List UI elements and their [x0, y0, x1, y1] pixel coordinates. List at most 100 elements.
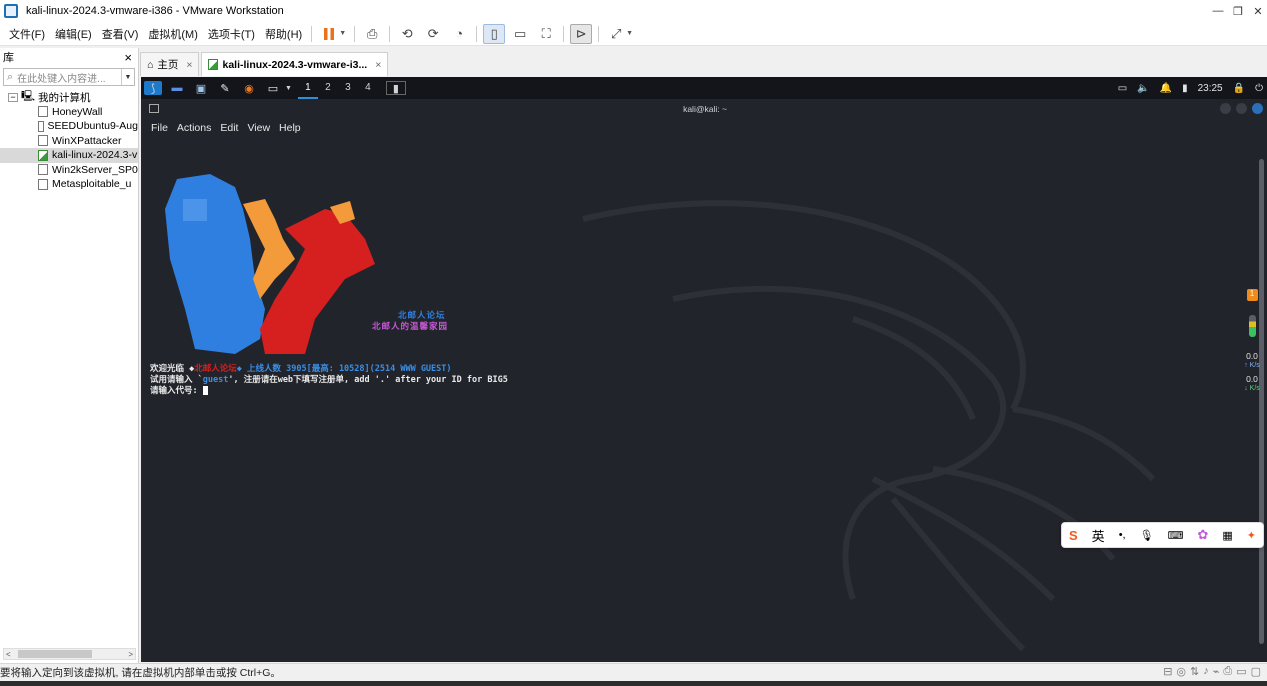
- terminal-minimize-button[interactable]: [1220, 103, 1231, 114]
- menu-file[interactable]: 文件(F): [4, 26, 50, 42]
- close-tab-icon[interactable]: ×: [375, 59, 381, 71]
- microphone-icon[interactable]: 🎙: [1140, 529, 1154, 542]
- show-library-icon[interactable]: ▯: [483, 23, 506, 44]
- close-tab-icon[interactable]: ×: [186, 59, 192, 71]
- revert-snapshot-icon[interactable]: ⟳: [422, 24, 444, 44]
- terminal-menu-bar: File Actions Edit View Help: [143, 119, 1267, 137]
- window-title: kali-linux-2024.3-vmware-i386 - VMware W…: [26, 5, 284, 17]
- pause-icon[interactable]: [318, 24, 340, 44]
- display-icon[interactable]: ▭: [1118, 83, 1127, 94]
- tree-item-vm-selected[interactable]: kali-linux-2024.3-v: [0, 148, 138, 163]
- volume-icon[interactable]: 🔈: [1137, 83, 1149, 94]
- terminal-maximize-button[interactable]: [1236, 103, 1247, 114]
- tree-item-vm[interactable]: Win2kServer_SP0: [0, 163, 138, 178]
- tab-kali-label: kali-linux-2024.3-vmware-i3...: [222, 58, 368, 71]
- toolbox-grid-icon[interactable]: ▦: [1222, 529, 1232, 542]
- usb-icon[interactable]: ⌁: [1213, 665, 1220, 678]
- keyboard-icon[interactable]: ⌨: [1168, 529, 1184, 542]
- library-horizontal-scrollbar[interactable]: < >: [3, 648, 136, 660]
- console-view-icon[interactable]: ⊳: [570, 23, 593, 44]
- menu-edit[interactable]: 编辑(E): [50, 26, 97, 42]
- library-panel: 库 × ⌕ 在此处键入内容进... ▼ − 🖳 我的计算机 HoneyWall …: [0, 48, 139, 663]
- library-search-input[interactable]: ⌕ 在此处键入内容进... ▼: [3, 68, 135, 86]
- menu-tabs[interactable]: 选项卡(T): [203, 26, 260, 42]
- network-upload-meter: 0.0 ↑ K/s: [1241, 351, 1263, 370]
- terminal-launcher-icon[interactable]: ▭: [264, 81, 282, 95]
- show-desktop-icon[interactable]: ▬: [168, 81, 186, 95]
- stretch-guest-icon[interactable]: ⤢: [605, 24, 627, 44]
- forum-slogan-label: 北邮人的温馨家园: [372, 320, 448, 332]
- hard-disk-icon[interactable]: ⊟: [1163, 665, 1172, 678]
- ime-settings-icon[interactable]: ✦: [1247, 529, 1256, 542]
- tree-item-my-computer[interactable]: − 🖳 我的计算机: [0, 90, 138, 105]
- status-text: 要将输入定向到该虚拟机, 请在虚拟机内部单击或按 Ctrl+G。: [0, 667, 281, 679]
- snapshot-manager-icon[interactable]: ◔: [448, 24, 470, 44]
- kali-menu-icon[interactable]: ⟆: [144, 81, 162, 95]
- punctuation-icon[interactable]: •,: [1119, 529, 1126, 541]
- skin-icon[interactable]: ✿: [1197, 527, 1208, 543]
- menu-vm[interactable]: 虚拟机(M): [143, 26, 203, 42]
- send-ctrl-alt-del-icon[interactable]: ⎙: [361, 24, 383, 44]
- sound-card-icon[interactable]: ♪: [1203, 665, 1209, 678]
- scrollbar-thumb[interactable]: [18, 650, 92, 658]
- tree-item-vm[interactable]: SEEDUbuntu9-Aug: [0, 119, 138, 134]
- workspace-4[interactable]: 4: [358, 77, 378, 99]
- chevron-down-icon[interactable]: ▼: [285, 85, 292, 92]
- terminal-close-button[interactable]: [1252, 103, 1263, 114]
- ime-language-toggle[interactable]: 英: [1092, 526, 1105, 545]
- full-screen-icon[interactable]: ⛶: [535, 24, 557, 44]
- firefox-icon[interactable]: ◉: [240, 81, 258, 95]
- menu-view[interactable]: 查看(V): [97, 26, 144, 42]
- notification-bell-icon[interactable]: 🔔: [1160, 83, 1172, 94]
- tab-home[interactable]: ⌂ 主页 ×: [140, 52, 200, 76]
- logout-icon[interactable]: ⏻: [1255, 83, 1263, 94]
- sogou-logo-icon[interactable]: S: [1069, 528, 1078, 543]
- vm-tree: − 🖳 我的计算机 HoneyWall SEEDUbuntu9-Aug WinX…: [0, 90, 138, 192]
- tree-item-vm[interactable]: WinXPattacker: [0, 134, 138, 149]
- clock-label[interactable]: 23:25: [1198, 83, 1223, 94]
- chevron-down-icon[interactable]: ▼: [121, 69, 134, 85]
- workspace-3[interactable]: 3: [338, 77, 358, 99]
- terminal-menu-file[interactable]: File: [151, 122, 168, 134]
- terminal-menu-help[interactable]: Help: [279, 122, 301, 134]
- vm-icon: [38, 135, 48, 147]
- taskbar-terminal-icon[interactable]: ▮: [385, 81, 406, 95]
- tree-item-vm[interactable]: HoneyWall: [0, 105, 138, 120]
- vm-display[interactable]: ⟆ ▬ ▣ ✎ ◉ ▭ ▼ 1 2 3 4 ▮ ▭ 🔈 🔔 ▮ 23:25 🔒 …: [141, 77, 1267, 662]
- file-manager-icon[interactable]: ▣: [192, 81, 210, 95]
- snapshot-icon[interactable]: ⟲: [396, 24, 418, 44]
- tab-kali[interactable]: kali-linux-2024.3-vmware-i3... ×: [201, 52, 389, 76]
- search-icon: ⌕: [7, 70, 14, 83]
- net-up-value: 0.0: [1246, 351, 1258, 361]
- terminal-menu-edit[interactable]: Edit: [220, 122, 238, 134]
- display-status-icon[interactable]: ▭: [1236, 665, 1246, 678]
- scroll-left-icon[interactable]: <: [6, 650, 11, 659]
- lock-icon[interactable]: 🔒: [1233, 83, 1245, 94]
- close-window-button[interactable]: ✕: [1246, 0, 1267, 22]
- printer-icon[interactable]: ⎙: [1223, 665, 1232, 678]
- cd-drive-icon[interactable]: ◎: [1176, 665, 1186, 678]
- terminal-window[interactable]: kali@kali: ~ File Actions Edit View Help: [143, 99, 1267, 662]
- bbs-ascii-art-logo: [165, 174, 375, 354]
- scroll-right-icon[interactable]: >: [128, 650, 133, 659]
- terminal-line-prompt[interactable]: 请输入代号:: [150, 384, 208, 396]
- terminal-menu-view[interactable]: View: [247, 122, 270, 134]
- menu-bar: 文件(F) 编辑(E) 查看(V) 虚拟机(M) 选项卡(T) 帮助(H) ▼ …: [0, 22, 1267, 46]
- message-log-icon[interactable]: ▢: [1251, 665, 1261, 678]
- chevron-down-icon[interactable]: ▼: [339, 30, 346, 37]
- menu-help[interactable]: 帮助(H): [260, 26, 307, 42]
- network-adapter-icon[interactable]: ⇅: [1190, 665, 1199, 678]
- close-library-button[interactable]: ×: [124, 50, 132, 65]
- home-icon: ⌂: [147, 58, 154, 71]
- text-editor-icon[interactable]: ✎: [216, 81, 234, 95]
- tree-item-vm[interactable]: Metasploitable_u: [0, 177, 138, 192]
- terminal-menu-actions[interactable]: Actions: [177, 122, 211, 134]
- workspace-2[interactable]: 2: [318, 77, 338, 99]
- divider: [598, 25, 600, 42]
- thumbnail-bar-icon[interactable]: ▭: [509, 24, 531, 44]
- terminal-vertical-scrollbar[interactable]: [1259, 159, 1264, 644]
- collapse-icon[interactable]: −: [8, 92, 18, 102]
- chevron-down-icon[interactable]: ▼: [626, 30, 633, 37]
- workspace-1[interactable]: 1: [297, 77, 318, 99]
- battery-icon[interactable]: ▮: [1182, 83, 1188, 94]
